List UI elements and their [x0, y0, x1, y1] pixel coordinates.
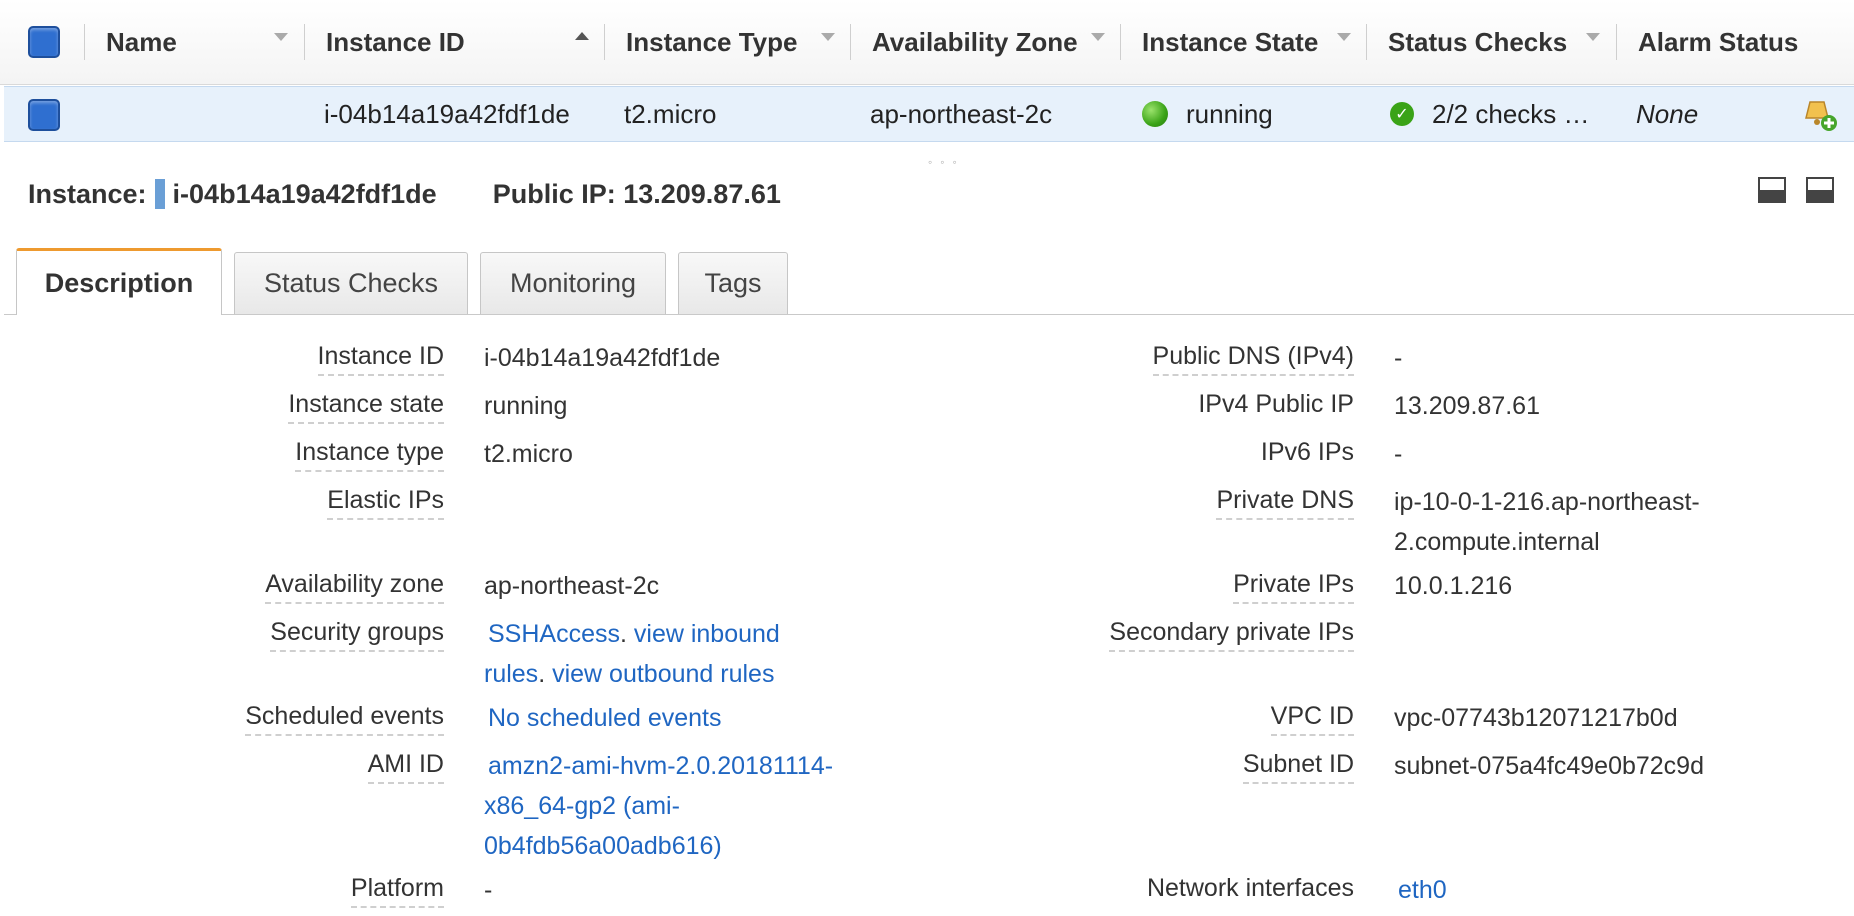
bell-plus-icon [1805, 101, 1837, 131]
field-label: Private IPs [1233, 570, 1354, 604]
column-separator[interactable] [604, 24, 605, 60]
ipv4-public-ip-field: 13.209.87.61 [1394, 392, 1540, 420]
instance-id-field: i-04b14a19a42fdf1de [484, 344, 721, 372]
field-label: Availability zone [265, 570, 444, 604]
column-separator[interactable] [1616, 24, 1617, 60]
column-separator [84, 24, 85, 60]
column-header-instance-id-label: Instance ID [326, 26, 465, 57]
ami-id-line: x86_64-gp2 (ami- [484, 792, 680, 820]
cell-status-checks[interactable]: ✓ 2/2 checks … [1390, 87, 1590, 141]
cell-instance-type: t2.micro [624, 98, 717, 129]
column-header-instance-type-label: Instance Type [626, 26, 798, 57]
view-outbound-rules-link[interactable]: view outbound rules [552, 660, 774, 688]
field-label: Private DNS [1216, 486, 1354, 520]
private-dns-field: ip-10-0-1-216.ap-northeast- 2.compute.in… [1394, 482, 1700, 562]
running-status-icon [1142, 101, 1168, 127]
private-dns-line: ip-10-0-1-216.ap-northeast- [1394, 488, 1700, 516]
field-label: Instance type [295, 438, 444, 472]
table-row[interactable]: i-04b14a19a42fdf1de t2.micro ap-northeas… [4, 86, 1854, 142]
checkmark-icon: ✓ [1390, 102, 1414, 126]
field-label: Instance state [288, 390, 444, 424]
chevron-down-icon[interactable] [1586, 33, 1600, 41]
column-header-instance-type[interactable]: Instance Type [626, 0, 797, 84]
column-header-name[interactable]: Name [106, 0, 177, 84]
sort-ascending-icon[interactable] [575, 32, 589, 40]
private-ips-field: 10.0.1.216 [1394, 572, 1513, 600]
field-label: Platform [350, 874, 444, 908]
scheduled-events-link[interactable]: No scheduled events [488, 698, 721, 738]
vpc-id-field: vpc-07743b12071217b0d [1394, 704, 1678, 732]
panel-layout-bottom-icon[interactable] [1758, 177, 1786, 203]
chevron-down-icon[interactable] [274, 33, 288, 41]
tab-description[interactable]: Description [16, 248, 222, 315]
field-label: Public DNS (IPv4) [1152, 342, 1354, 376]
field-label: Secondary private IPs [1109, 618, 1354, 652]
column-header-status-checks[interactable]: Status Checks [1388, 0, 1567, 84]
select-all-checkbox[interactable] [28, 26, 60, 58]
field-label: Elastic IPs [327, 486, 444, 520]
cell-instance-state: running [1142, 87, 1273, 141]
instance-type-field: t2.micro [484, 440, 573, 468]
field-label: Security groups [270, 618, 444, 652]
instance-id-marker [154, 179, 165, 209]
cell-availability-zone: ap-northeast-2c [870, 98, 1053, 129]
field-label: Subnet ID [1242, 750, 1354, 784]
column-separator[interactable] [1120, 24, 1121, 60]
ipv6-ips-field: - [1394, 440, 1403, 468]
view-inbound-rules-link-cont[interactable]: rules [484, 660, 538, 688]
availability-zone-field: ap-northeast-2c [484, 572, 660, 600]
chevron-down-icon[interactable] [821, 33, 835, 41]
platform-field: - [484, 876, 493, 904]
ami-id-line: amzn2-ami-hvm-2.0.20181114- [488, 752, 834, 780]
column-separator[interactable] [1366, 24, 1367, 60]
column-header-instance-state[interactable]: Instance State [1142, 0, 1318, 84]
security-groups-field: SSHAccess. view inbound rules. view outb… [484, 620, 780, 688]
column-header-instance-state-label: Instance State [1142, 26, 1319, 57]
view-inbound-rules-link[interactable]: view inbound [634, 620, 780, 648]
add-alarm-icon[interactable] [1802, 87, 1838, 141]
field-label: IPv4 Public IP [1198, 390, 1354, 418]
field-label: Instance ID [317, 342, 444, 376]
tab-tags[interactable]: Tags [678, 252, 788, 314]
column-header-status-checks-label: Status Checks [1388, 26, 1568, 57]
field-label: IPv6 IPs [1260, 438, 1354, 466]
column-header-alarm-status[interactable]: Alarm Status [1638, 0, 1798, 84]
instance-state-text: running [1186, 98, 1273, 129]
column-separator[interactable] [304, 24, 305, 60]
instance-label: Instance: [28, 178, 147, 209]
network-interface-link[interactable]: eth0 [1398, 870, 1447, 910]
instance-id-value: i-04b14a19a42fdf1de [172, 178, 437, 209]
panel-layout-split-icon[interactable] [1806, 177, 1834, 203]
tab-status-checks[interactable]: Status Checks [234, 252, 468, 314]
tabs-baseline [4, 314, 1854, 315]
chevron-down-icon[interactable] [1091, 33, 1105, 41]
subnet-id-field: subnet-075a4fc49e0b72c9d [1394, 752, 1704, 780]
chevron-down-icon[interactable] [1337, 33, 1351, 41]
field-label: Scheduled events [245, 702, 444, 736]
cell-alarm-status: None [1636, 98, 1699, 129]
security-group-link[interactable]: SSHAccess [488, 620, 620, 648]
instances-grid-header: Name Instance ID Instance Type Availabil… [0, 0, 1854, 85]
instance-state-field: running [484, 392, 568, 420]
public-dns-field: - [1394, 344, 1403, 372]
status-checks-text: 2/2 checks … [1432, 98, 1590, 129]
field-label: VPC ID [1270, 702, 1354, 736]
ami-id-line: 0b4fdb56a00adb616) [484, 832, 722, 860]
column-header-availability-zone[interactable]: Availability Zone [872, 0, 1078, 84]
row-checkbox[interactable] [28, 99, 60, 131]
column-header-name-label: Name [106, 26, 177, 57]
column-header-instance-id[interactable]: Instance ID [326, 0, 465, 84]
column-header-availability-zone-label: Availability Zone [872, 26, 1078, 57]
field-label: Network interfaces [1146, 874, 1354, 902]
private-dns-line: 2.compute.internal [1394, 528, 1600, 556]
ami-id-link[interactable]: amzn2-ami-hvm-2.0.20181114- x86_64-gp2 (… [484, 746, 864, 866]
tab-monitoring[interactable]: Monitoring [480, 252, 666, 314]
public-ip-value: Public IP: 13.209.87.61 [492, 178, 781, 209]
panel-resize-handle[interactable]: ◦◦◦ [928, 155, 965, 169]
instance-summary: Instance: i-04b14a19a42fdf1de Public IP:… [28, 174, 781, 214]
column-separator[interactable] [850, 24, 851, 60]
cell-instance-id: i-04b14a19a42fdf1de [324, 98, 570, 129]
column-header-alarm-status-label: Alarm Status [1638, 26, 1799, 57]
field-label: AMI ID [367, 750, 444, 784]
